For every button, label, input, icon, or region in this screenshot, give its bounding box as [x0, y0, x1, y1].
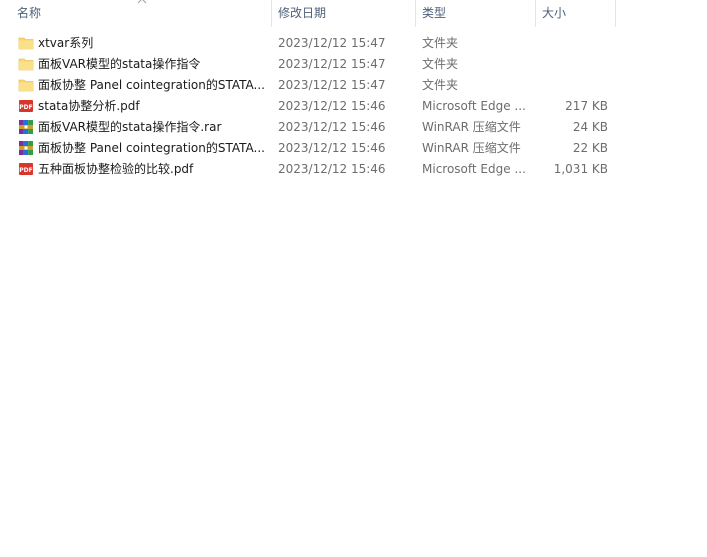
- folder-icon: [18, 75, 34, 96]
- file-type: WinRAR 压缩文件: [422, 141, 521, 155]
- file-name: 面板VAR模型的stata操作指令.rar: [38, 120, 222, 134]
- file-rows: xtvar系列 2023/12/12 15:47 文件夹 面板VAR模型的sta…: [0, 33, 707, 180]
- pdf-icon: PDF: [18, 96, 34, 117]
- column-header-date[interactable]: 修改日期: [278, 0, 326, 27]
- file-date: 2023/12/12 15:46: [278, 99, 386, 113]
- file-type: 文件夹: [422, 78, 459, 92]
- column-header-type[interactable]: 类型: [422, 0, 446, 27]
- column-divider[interactable]: [271, 0, 272, 27]
- file-date: 2023/12/12 15:46: [278, 120, 386, 134]
- file-row[interactable]: 面板协整 Panel cointegration的STATA... 2023/1…: [0, 138, 620, 159]
- column-divider[interactable]: [535, 0, 536, 27]
- svg-text:PDF: PDF: [19, 104, 32, 111]
- pdf-icon: PDF: [18, 159, 34, 180]
- file-type: Microsoft Edge ...: [422, 99, 526, 113]
- file-name: 面板协整 Panel cointegration的STATA...: [38, 141, 265, 155]
- folder-icon: [18, 54, 34, 75]
- file-date: 2023/12/12 15:47: [278, 57, 386, 71]
- file-type: WinRAR 压缩文件: [422, 120, 521, 134]
- file-row[interactable]: PDF 五种面板协整检验的比较.pdf 2023/12/12 15:46 Mic…: [0, 159, 620, 180]
- folder-icon: [18, 33, 34, 54]
- file-row[interactable]: PDF stata协整分析.pdf 2023/12/12 15:46 Micro…: [0, 96, 620, 117]
- file-name: xtvar系列: [38, 36, 94, 50]
- file-row[interactable]: 面板VAR模型的stata操作指令.rar 2023/12/12 15:46 W…: [0, 117, 620, 138]
- file-date: 2023/12/12 15:46: [278, 141, 386, 155]
- sort-ascending-icon: [137, 0, 147, 4]
- file-size: 24 KB: [572, 120, 608, 134]
- file-row[interactable]: 面板协整 Panel cointegration的STATA... 2023/1…: [0, 75, 620, 96]
- file-size: [536, 75, 608, 96]
- rar-icon: [18, 117, 34, 138]
- file-date: 2023/12/12 15:47: [278, 36, 386, 50]
- column-divider[interactable]: [415, 0, 416, 27]
- rar-icon: [18, 138, 34, 159]
- file-type: 文件夹: [422, 57, 459, 71]
- file-size: 1,031 KB: [553, 162, 608, 176]
- file-size: [536, 33, 608, 54]
- file-name: 面板VAR模型的stata操作指令: [38, 57, 201, 71]
- column-header-bar: 名称 修改日期 类型 大小: [0, 0, 707, 27]
- file-name: 面板协整 Panel cointegration的STATA...: [38, 78, 265, 92]
- column-header-name[interactable]: 名称: [17, 0, 41, 27]
- svg-text:PDF: PDF: [19, 167, 32, 174]
- file-list-view: 名称 修改日期 类型 大小 xtvar系列 2023/12/12 15:47 文…: [0, 0, 707, 557]
- file-type: 文件夹: [422, 36, 459, 50]
- column-divider[interactable]: [615, 0, 616, 27]
- file-row[interactable]: 面板VAR模型的stata操作指令 2023/12/12 15:47 文件夹: [0, 54, 620, 75]
- column-header-size[interactable]: 大小: [542, 0, 566, 27]
- file-date: 2023/12/12 15:47: [278, 78, 386, 92]
- file-size: 217 KB: [565, 99, 608, 113]
- file-type: Microsoft Edge ...: [422, 162, 526, 176]
- file-name: 五种面板协整检验的比较.pdf: [38, 162, 194, 176]
- file-size: [536, 54, 608, 75]
- file-name: stata协整分析.pdf: [38, 99, 140, 113]
- file-size: 22 KB: [572, 141, 608, 155]
- file-date: 2023/12/12 15:46: [278, 162, 386, 176]
- file-row[interactable]: xtvar系列 2023/12/12 15:47 文件夹: [0, 33, 620, 54]
